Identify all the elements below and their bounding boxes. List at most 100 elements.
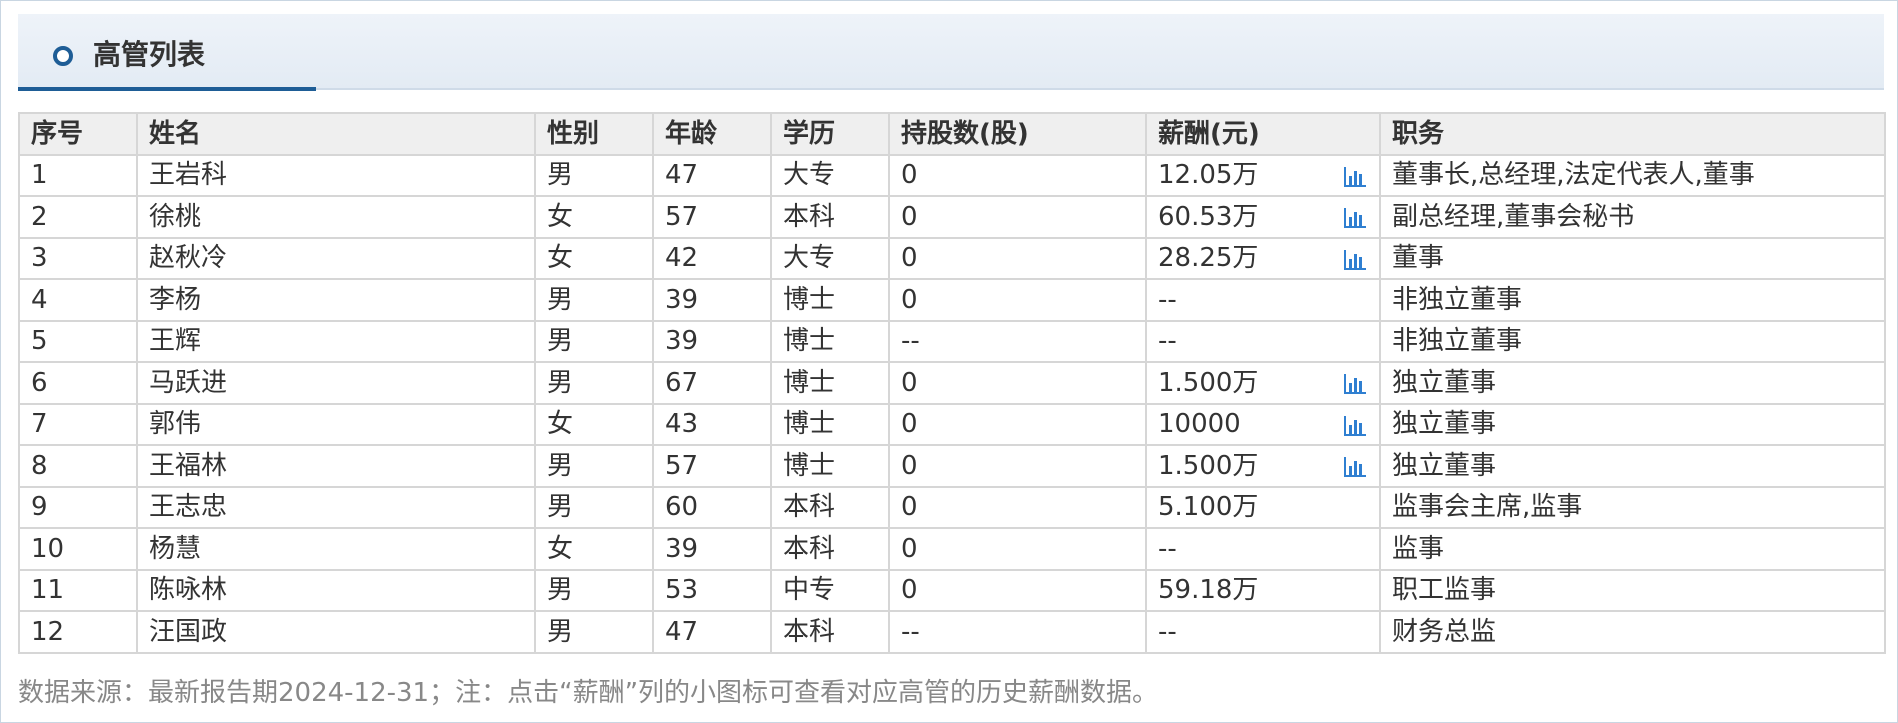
- circle-ring-icon: [53, 46, 73, 66]
- table-row: 6 马跃进男 67 博士 0 1.500万 独立董事: [18, 361, 1886, 405]
- cell-position: 监事: [1379, 527, 1886, 571]
- cell-age: 39: [652, 278, 772, 322]
- panel-header: 高管列表: [18, 14, 1884, 91]
- cell-position: 独立董事: [1379, 444, 1886, 488]
- bar-chart-icon[interactable]: [1343, 415, 1367, 437]
- cell-education: 博士: [770, 319, 890, 363]
- cell-education: 中专: [770, 568, 890, 612]
- cell-education: 大专: [770, 153, 890, 197]
- cell-name: 王志忠: [136, 485, 536, 529]
- header-no: 序号: [18, 112, 138, 156]
- panel-title: 高管列表: [93, 38, 206, 71]
- cell-gender: 男: [534, 278, 654, 322]
- cell-shares: 0: [888, 153, 1147, 197]
- cell-gender: 男: [534, 444, 654, 488]
- header-underline: [18, 87, 316, 91]
- header-salary: 薪酬(元): [1145, 112, 1381, 156]
- cell-salary: 28.25万: [1145, 236, 1381, 280]
- table-row: 9 王志忠男 60 本科 0 5.100万 监事会主席,监事: [18, 485, 1886, 529]
- cell-position: 独立董事: [1379, 402, 1886, 446]
- bar-chart-icon[interactable]: [1343, 166, 1367, 188]
- cell-salary: --: [1145, 527, 1381, 571]
- cell-position: 非独立董事: [1379, 319, 1886, 363]
- table-row: 2 徐桃女 57 本科 0 60.53万 副总经理,董事会秘书: [18, 195, 1886, 239]
- cell-salary: 12.05万: [1145, 153, 1381, 197]
- cell-gender: 男: [534, 568, 654, 612]
- bar-chart-icon[interactable]: [1343, 249, 1367, 271]
- cell-no: 11: [18, 568, 138, 612]
- salary-value: 1.500万: [1158, 367, 1259, 398]
- header-name: 姓名: [136, 112, 536, 156]
- cell-salary: 1.500万: [1145, 444, 1381, 488]
- cell-education: 博士: [770, 444, 890, 488]
- cell-shares: 0: [888, 444, 1147, 488]
- salary-value: --: [1158, 533, 1177, 564]
- table-row: 7 郭伟女 43 博士 0 10000 独立董事: [18, 402, 1886, 446]
- cell-education: 本科: [770, 195, 890, 239]
- cell-position: 独立董事: [1379, 361, 1886, 405]
- cell-shares: 0: [888, 527, 1147, 571]
- data-source-footnote: 数据来源：最新报告期2024-12-31；注：点击“薪酬”列的小图标可查看对应高…: [18, 678, 1159, 708]
- cell-age: 47: [652, 610, 772, 654]
- cell-age: 42: [652, 236, 772, 280]
- header-shares: 持股数(股): [888, 112, 1147, 156]
- cell-name: 马跃进: [136, 361, 536, 405]
- salary-value: 60.53万: [1158, 201, 1259, 232]
- cell-salary: --: [1145, 319, 1381, 363]
- table-row: 3 赵秋冷女 42 大专 0 28.25万 董事: [18, 236, 1886, 280]
- table-row: 8 王福林男 57 博士 0 1.500万 独立董事: [18, 444, 1886, 488]
- cell-gender: 女: [534, 195, 654, 239]
- cell-education: 本科: [770, 527, 890, 571]
- cell-shares: 0: [888, 278, 1147, 322]
- cell-name: 赵秋冷: [136, 236, 536, 280]
- table-row: 12 汪国政男 47 本科 -- -- 财务总监: [18, 610, 1886, 654]
- salary-value: --: [1158, 616, 1177, 647]
- salary-value: 10000: [1158, 409, 1241, 440]
- cell-no: 8: [18, 444, 138, 488]
- cell-shares: 0: [888, 568, 1147, 612]
- cell-shares: 0: [888, 361, 1147, 405]
- salary-value: --: [1158, 326, 1177, 357]
- cell-position: 董事: [1379, 236, 1886, 280]
- bar-chart-icon[interactable]: [1343, 207, 1367, 229]
- cell-no: 6: [18, 361, 138, 405]
- cell-gender: 男: [534, 361, 654, 405]
- salary-value: 28.25万: [1158, 243, 1259, 274]
- cell-gender: 女: [534, 236, 654, 280]
- cell-name: 王辉: [136, 319, 536, 363]
- bar-chart-icon[interactable]: [1343, 373, 1367, 395]
- salary-value: --: [1158, 284, 1177, 315]
- cell-gender: 男: [534, 610, 654, 654]
- executive-table: 序号 姓名 性别 年龄 学历 持股数(股) 薪酬(元) 职务 1 王岩科男 47 大专…: [18, 112, 1886, 654]
- cell-position: 监事会主席,监事: [1379, 485, 1886, 529]
- cell-no: 4: [18, 278, 138, 322]
- cell-position: 非独立董事: [1379, 278, 1886, 322]
- cell-education: 本科: [770, 485, 890, 529]
- cell-age: 67: [652, 361, 772, 405]
- bar-chart-icon[interactable]: [1343, 456, 1367, 478]
- cell-gender: 女: [534, 527, 654, 571]
- cell-salary: --: [1145, 610, 1381, 654]
- cell-salary: 5.100万: [1145, 485, 1381, 529]
- cell-position: 职工监事: [1379, 568, 1886, 612]
- cell-age: 43: [652, 402, 772, 446]
- cell-position: 副总经理,董事会秘书: [1379, 195, 1886, 239]
- cell-name: 徐桃: [136, 195, 536, 239]
- cell-position: 董事长,总经理,法定代表人,董事: [1379, 153, 1886, 197]
- cell-age: 39: [652, 319, 772, 363]
- cell-shares: 0: [888, 485, 1147, 529]
- cell-name: 杨慧: [136, 527, 536, 571]
- cell-education: 博士: [770, 402, 890, 446]
- table-row: 10 杨慧女 39 本科 0 -- 监事: [18, 527, 1886, 571]
- cell-no: 5: [18, 319, 138, 363]
- salary-value: 5.100万: [1158, 492, 1259, 523]
- cell-shares: 0: [888, 195, 1147, 239]
- cell-age: 47: [652, 153, 772, 197]
- cell-name: 李杨: [136, 278, 536, 322]
- cell-no: 3: [18, 236, 138, 280]
- cell-name: 郭伟: [136, 402, 536, 446]
- cell-position: 财务总监: [1379, 610, 1886, 654]
- cell-education: 本科: [770, 610, 890, 654]
- cell-shares: --: [888, 610, 1147, 654]
- cell-age: 57: [652, 195, 772, 239]
